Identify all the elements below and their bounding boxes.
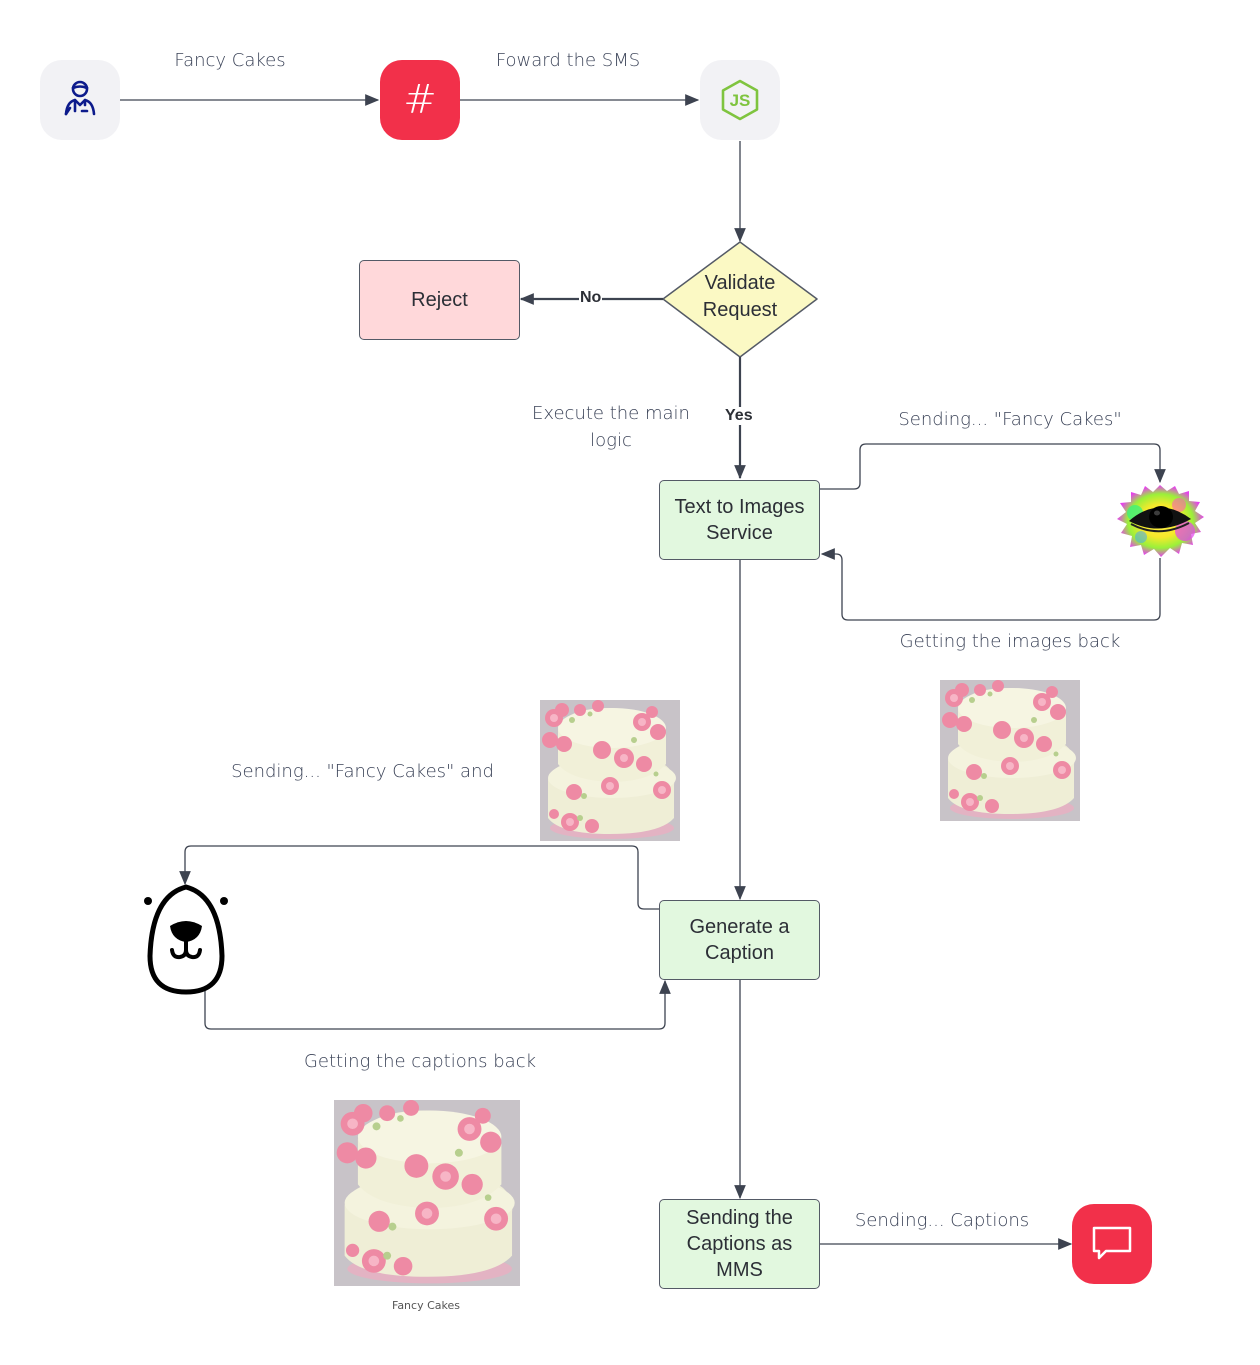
generate-caption-line-2: Caption: [705, 942, 774, 964]
edge-send-to-image-ai: [820, 443, 1166, 490]
edge-label-sending-captions: Sending... Captions: [854, 1210, 1030, 1231]
message-node: [1072, 1204, 1152, 1284]
execute-line-2: logic: [590, 430, 632, 451]
cake-image-bottom: [334, 1100, 520, 1286]
cake-photo: [334, 1100, 520, 1286]
edge-captions-back: [204, 979, 671, 1030]
edge-label-sending-fancy-cakes: Sending... "Fancy Cakes": [898, 409, 1122, 430]
send-mms-line-3: MMS: [716, 1259, 763, 1281]
user-person-icon: [64, 80, 96, 116]
reject-node: Reject: [359, 260, 520, 340]
text-to-images-node: Text to Images Service: [659, 480, 820, 560]
text-to-images-line-2: Service: [706, 522, 773, 544]
hash-node: #: [380, 60, 460, 140]
execute-line-1: Execute the main: [532, 403, 690, 424]
send-mms-line-1: Sending the: [686, 1207, 793, 1229]
edge-label-execute-main-logic: Execute the main logic: [520, 400, 702, 454]
edge-send-to-caption-ai: [179, 845, 659, 910]
validate-line-2: Request: [702, 299, 778, 321]
bear-face-icon: [144, 884, 228, 995]
image-ai-node: [1115, 483, 1205, 559]
validate-request-label: Validate Request: [680, 270, 800, 324]
nodejs-node: JS: [700, 60, 780, 140]
nodejs-icon: JS: [721, 79, 759, 121]
send-mms-node: Sending the Captions as MMS: [659, 1199, 820, 1289]
generate-caption-line-1: Generate a: [689, 916, 790, 938]
edge-label-getting-captions-back: Getting the captions back: [303, 1051, 537, 1072]
edge-label-forward-sms: Foward the SMS: [495, 50, 641, 71]
cake-photo: [540, 700, 680, 841]
cake-image-middle: [540, 700, 680, 841]
branch-label-no: No: [579, 289, 603, 307]
edge-label-sending-fancy-cakes-and: Sending... "Fancy Cakes" and: [231, 761, 494, 782]
generate-caption-node: Generate a Caption: [659, 900, 820, 980]
edge-label-fancy-cakes: Fancy Cakes: [174, 50, 286, 71]
edge-images-back: [820, 548, 1161, 621]
hashtag-icon: #: [403, 77, 437, 123]
colorful-eye-icon: [1117, 485, 1204, 557]
reject-label: Reject: [411, 289, 468, 311]
text-to-images-line-1: Text to Images: [674, 496, 805, 518]
user-node: [40, 60, 120, 140]
cake-image-caption: Fancy Cakes: [392, 1299, 460, 1312]
svg-text:JS: JS: [730, 91, 751, 110]
cake-image-right: [940, 680, 1080, 821]
caption-ai-node: [140, 884, 232, 996]
edge-label-getting-images-back: Getting the images back: [899, 631, 1121, 652]
chat-bubble-icon: [1092, 1226, 1132, 1260]
cake-photo: [940, 680, 1080, 821]
send-mms-line-2: Captions as: [686, 1233, 793, 1255]
validate-line-1: Validate: [704, 272, 776, 294]
branch-label-yes: Yes: [724, 407, 754, 425]
